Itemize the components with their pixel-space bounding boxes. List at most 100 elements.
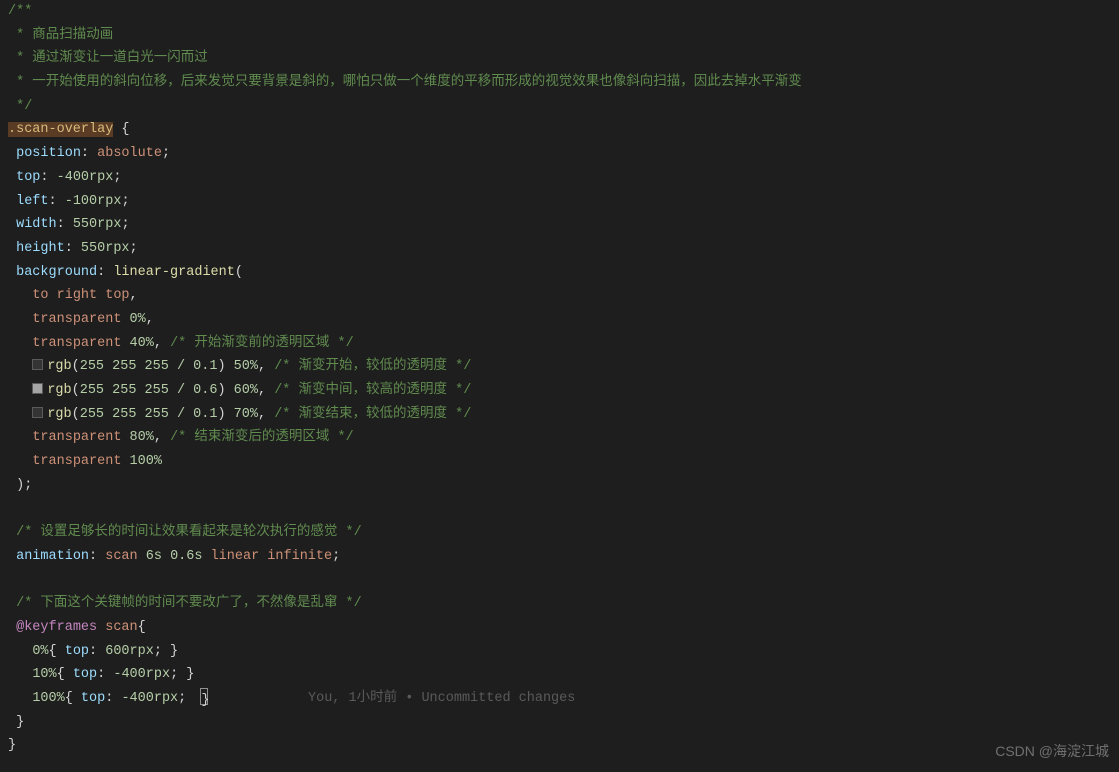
css-value: 0.6 bbox=[193, 383, 217, 398]
code-line[interactable]: /* 下面这个关键帧的时间不要改广了，不然像是乱窜 */ bbox=[8, 592, 1119, 616]
css-value: scan bbox=[105, 549, 137, 564]
keyframe-pct: 0% bbox=[32, 644, 48, 659]
code-line[interactable]: .scan-overlay { bbox=[8, 118, 1119, 142]
css-property: top bbox=[73, 667, 97, 682]
css-unit: rpx bbox=[105, 241, 129, 256]
css-function: rgb bbox=[47, 359, 71, 374]
css-unit: rpx bbox=[97, 217, 121, 232]
css-value: 6s bbox=[146, 549, 162, 564]
code-line[interactable]: ); bbox=[8, 474, 1119, 498]
css-value: transparent bbox=[32, 336, 121, 351]
code-line[interactable]: to right top, bbox=[8, 284, 1119, 308]
color-swatch-icon[interactable] bbox=[32, 383, 43, 394]
code-line[interactable]: transparent 0%, bbox=[8, 308, 1119, 332]
code-line: */ bbox=[8, 95, 1119, 119]
css-property: top bbox=[81, 691, 105, 706]
comment-start: /** bbox=[8, 4, 32, 19]
css-function: rgb bbox=[47, 383, 71, 398]
css-function: rgb bbox=[47, 407, 71, 422]
comment-line: * 商品扫描动画 bbox=[8, 28, 113, 43]
keyframe-pct: 10% bbox=[32, 667, 56, 682]
code-line[interactable]: top: -400rpx; bbox=[8, 166, 1119, 190]
css-value: 255 255 255 / bbox=[80, 407, 193, 422]
code-line[interactable]: rgb(255 255 255 / 0.6) 60%, /* 渐变中间，较高的透… bbox=[8, 379, 1119, 403]
code-line[interactable]: background: linear-gradient( bbox=[8, 261, 1119, 285]
comment-inline: /* 下面这个关键帧的时间不要改广了，不然像是乱窜 */ bbox=[16, 596, 362, 611]
code-line: * 商品扫描动画 bbox=[8, 24, 1119, 48]
code-line[interactable]: /* 设置足够长的时间让效果看起来是轮次执行的感觉 */ bbox=[8, 521, 1119, 545]
code-line[interactable]: transparent 100% bbox=[8, 450, 1119, 474]
comment-inline: /* 渐变开始，较低的透明度 */ bbox=[274, 359, 471, 374]
comment-line: * 通过渐变让一道白光一闪而过 bbox=[8, 51, 208, 66]
code-line[interactable]: } bbox=[8, 734, 1119, 758]
code-editor: /** * 商品扫描动画 * 通过渐变让一道白光一闪而过 * 一开始使用的斜向位… bbox=[0, 0, 1119, 758]
code-line[interactable]: animation: scan 6s 0.6s linear infinite; bbox=[8, 545, 1119, 569]
css-value: 0.6s bbox=[170, 549, 202, 564]
css-value: 550 bbox=[73, 217, 97, 232]
css-unit: rpx bbox=[130, 644, 154, 659]
comment-inline: /* 开始渐变前的透明区域 */ bbox=[170, 336, 354, 351]
css-value: 50% bbox=[234, 359, 258, 374]
code-line[interactable]: width: 550rpx; bbox=[8, 213, 1119, 237]
css-property: width bbox=[16, 217, 57, 232]
css-property: top bbox=[65, 644, 89, 659]
css-value: 255 255 255 / bbox=[80, 359, 193, 374]
css-function: linear-gradient bbox=[113, 265, 235, 280]
git-time: 1小时前 bbox=[349, 691, 398, 706]
brace-close: } bbox=[16, 715, 24, 730]
css-value: 255 255 255 / bbox=[80, 383, 193, 398]
css-value: 550 bbox=[81, 241, 105, 256]
code-line: * 通过渐变让一道白光一闪而过 bbox=[8, 47, 1119, 71]
code-line[interactable]: position: absolute; bbox=[8, 142, 1119, 166]
watermark: CSDN @海淀江城 bbox=[995, 740, 1109, 764]
code-line[interactable]: rgb(255 255 255 / 0.1) 50%, /* 渐变开始，较低的透… bbox=[8, 355, 1119, 379]
code-line[interactable]: rgb(255 255 255 / 0.1) 70%, /* 渐变结束，较低的透… bbox=[8, 403, 1119, 427]
comment-line: * 一开始使用的斜向位移，后来发觉只要背景是斜的，哪怕只做一个维度的平移而形成的… bbox=[8, 75, 802, 90]
css-property: height bbox=[16, 241, 65, 256]
css-selector: .scan-overlay bbox=[8, 122, 113, 137]
css-value: -400 bbox=[121, 691, 153, 706]
css-value: 80% bbox=[130, 430, 154, 445]
cursor-icon: } bbox=[200, 688, 208, 705]
css-value: 0.1 bbox=[193, 407, 217, 422]
css-value: 0% bbox=[130, 312, 146, 327]
css-value: 100% bbox=[130, 454, 162, 469]
color-swatch-icon[interactable] bbox=[32, 359, 43, 370]
code-line[interactable]: left: -100rpx; bbox=[8, 190, 1119, 214]
paren: ( bbox=[235, 265, 243, 280]
code-line[interactable]: transparent 80%, /* 结束渐变后的透明区域 */ bbox=[8, 426, 1119, 450]
code-line[interactable]: transparent 40%, /* 开始渐变前的透明区域 */ bbox=[8, 332, 1119, 356]
code-line[interactable]: height: 550rpx; bbox=[8, 237, 1119, 261]
css-value: -400 bbox=[57, 170, 89, 185]
css-property: left bbox=[16, 194, 48, 209]
color-swatch-icon[interactable] bbox=[32, 407, 43, 418]
css-value: 40% bbox=[130, 336, 154, 351]
git-lens-annotation[interactable]: You, 1小时前 • Uncommitted changes bbox=[308, 687, 575, 711]
css-property: animation bbox=[16, 549, 89, 564]
code-line[interactable]: 0%{ top: 600rpx; } bbox=[8, 640, 1119, 664]
css-unit: rpx bbox=[97, 194, 121, 209]
css-value: transparent bbox=[32, 430, 121, 445]
css-at-rule: @keyframes bbox=[16, 620, 97, 635]
git-sep: • bbox=[397, 691, 421, 706]
comment-inline: /* 结束渐变后的透明区域 */ bbox=[170, 430, 354, 445]
code-line bbox=[8, 497, 1119, 521]
comment-inline: /* 渐变结束，较低的透明度 */ bbox=[274, 407, 471, 422]
css-value: 0.1 bbox=[193, 359, 217, 374]
code-line[interactable]: @keyframes scan{ bbox=[8, 616, 1119, 640]
brace: { bbox=[138, 620, 146, 635]
code-line: * 一开始使用的斜向位移，后来发觉只要背景是斜的，哪怕只做一个维度的平移而形成的… bbox=[8, 71, 1119, 95]
css-property: background bbox=[16, 265, 97, 280]
css-property: top bbox=[16, 170, 40, 185]
css-value: 70% bbox=[234, 407, 258, 422]
css-value: infinite bbox=[267, 549, 332, 564]
git-author: You, bbox=[308, 691, 349, 706]
keyframe-pct: 100% bbox=[32, 691, 64, 706]
paren-close: ); bbox=[16, 478, 32, 493]
css-value: to right top bbox=[32, 288, 129, 303]
css-unit: rpx bbox=[154, 691, 178, 706]
code-line[interactable]: } bbox=[8, 711, 1119, 735]
css-value: 60% bbox=[234, 383, 258, 398]
code-line[interactable]: 100%{ top: -400rpx; }You, 1小时前 • Uncommi… bbox=[8, 687, 1119, 711]
code-line[interactable]: 10%{ top: -400rpx; } bbox=[8, 663, 1119, 687]
